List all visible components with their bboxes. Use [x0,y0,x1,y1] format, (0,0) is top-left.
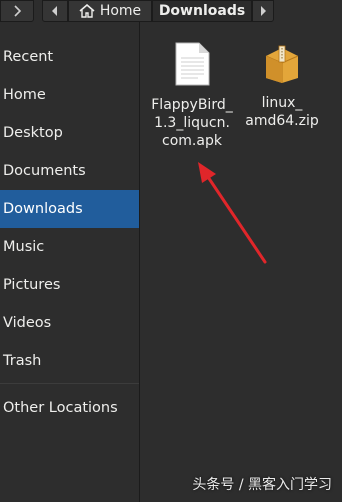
sidebar-item-label: Documents [3,163,86,179]
sidebar-item-label: Home [3,87,46,103]
path-scroll-right-button[interactable] [252,0,274,22]
sidebar-item-label: Trash [3,353,42,369]
sidebar-item-downloads[interactable]: Downloads [0,190,139,228]
sidebar-item-label: Recent [3,49,54,65]
sidebar-item-other-locations[interactable]: Other Locations [0,389,139,427]
sidebar-item-pictures[interactable]: Pictures [0,266,139,304]
watermark: 头条号 / 黑客入门学习 [192,477,332,493]
sidebar-item-label: Downloads [3,201,83,217]
sidebar: Recent Home Desktop Documents Downloads … [0,22,140,502]
sidebar-item-label: Other Locations [3,400,118,416]
sidebar-item-music[interactable]: Music [0,228,139,266]
sidebar-item-home[interactable]: Home [0,76,139,114]
file-view: FlappyBird_ 1.3_liqucn. com.apk linux_ a… [140,22,342,502]
sidebar-item-recent[interactable]: Recent [0,38,139,76]
sidebar-item-trash[interactable]: Trash [0,342,139,380]
chevron-left-icon [52,6,57,16]
chevron-right-icon [14,5,22,17]
home-icon [79,4,95,18]
forward-button[interactable] [0,0,34,22]
sidebar-item-label: Pictures [3,277,61,293]
path-scroll-left-button[interactable] [42,0,68,22]
sidebar-item-label: Desktop [3,125,63,141]
path-home-button[interactable]: Home [68,0,152,22]
file-manager-window: Home Downloads Recent Home Desktop Docum… [0,0,342,502]
path-bar: Home Downloads [0,0,342,22]
sidebar-item-desktop[interactable]: Desktop [0,114,139,152]
sidebar-item-documents[interactable]: Documents [0,152,139,190]
path-downloads-label: Downloads [158,3,246,19]
sidebar-divider [0,383,139,384]
chevron-right-icon [261,6,266,16]
sidebar-item-videos[interactable]: Videos [0,304,139,342]
sidebar-item-label: Videos [3,315,52,331]
path-home-label: Home [99,3,142,19]
annotation-arrow-icon [198,162,267,264]
sidebar-item-label: Music [3,239,45,255]
path-downloads-button[interactable]: Downloads [152,0,252,22]
